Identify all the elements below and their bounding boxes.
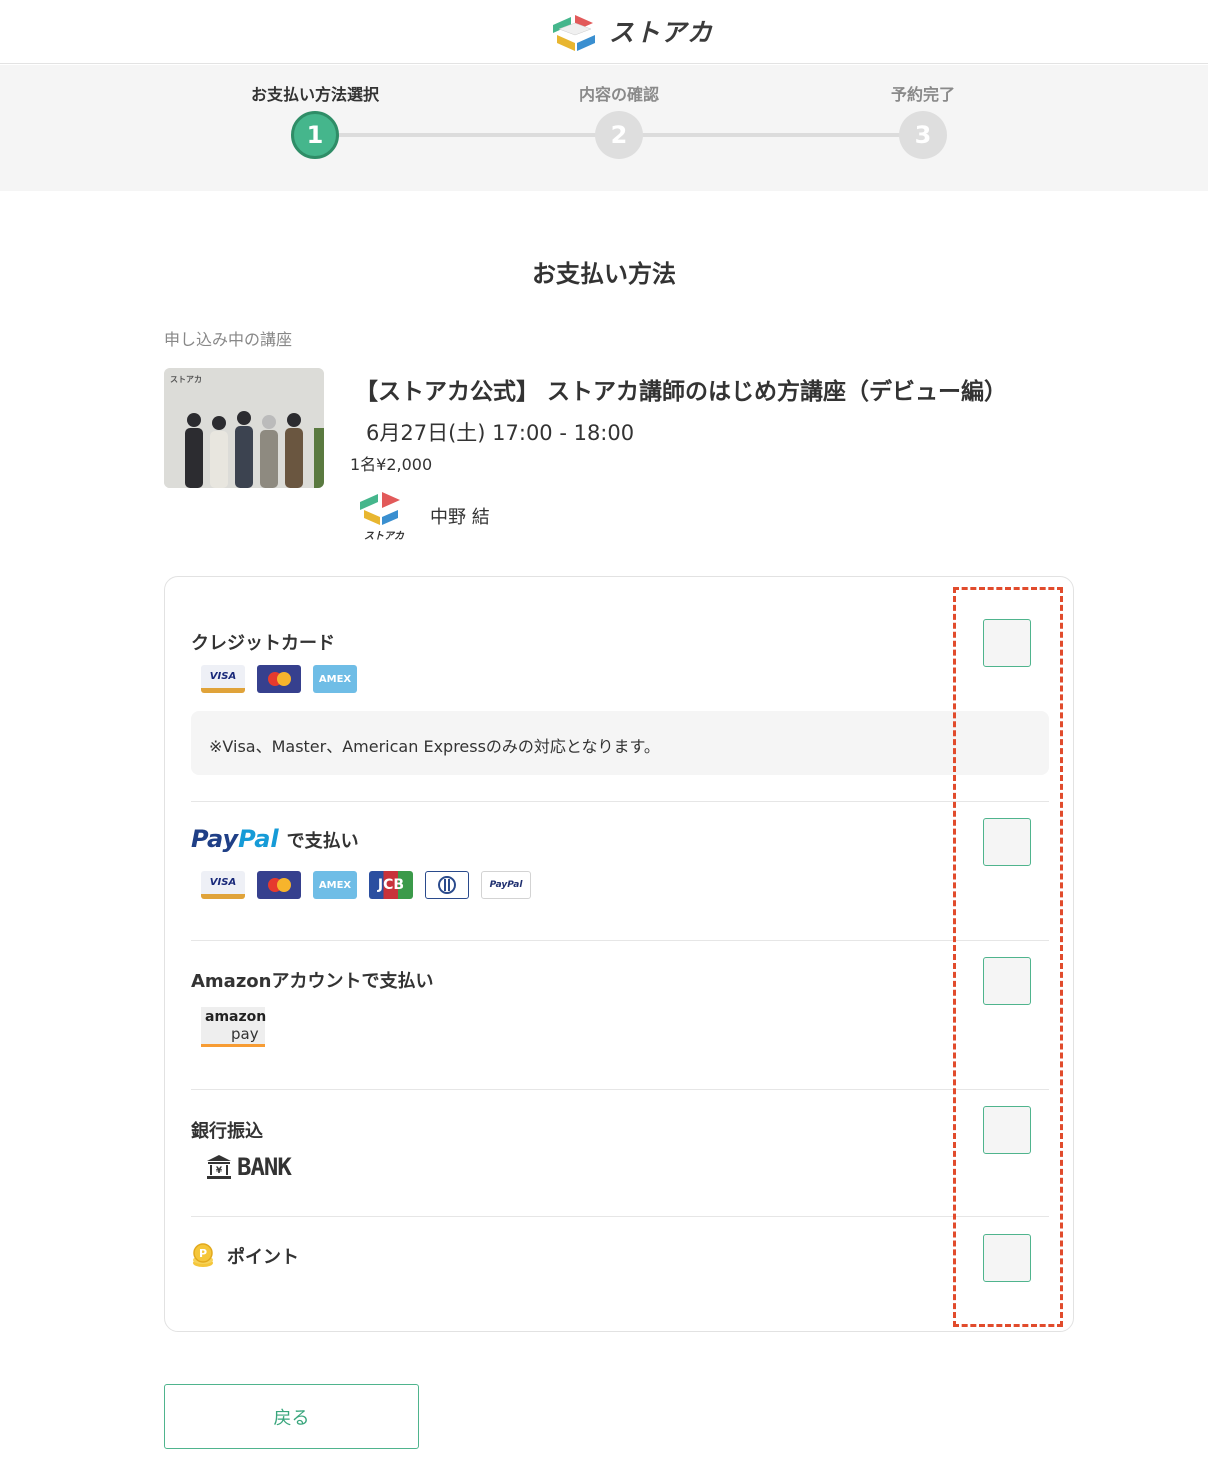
mastercard-icon (257, 871, 301, 899)
header: ストアカ (0, 0, 1208, 64)
thumbnail-logo-text: ストアカ (170, 375, 202, 384)
paypal-brands: VISA AMEX JCB PayPal (201, 871, 1049, 899)
paypal-title: で支払い (286, 831, 359, 852)
divider (191, 1216, 1049, 1217)
divider (191, 940, 1049, 941)
paypal-logo-pay: Pay (191, 825, 239, 853)
points-title: ポイント (227, 1247, 299, 1268)
visa-icon: VISA (201, 665, 245, 693)
step-number: 3 (899, 111, 947, 159)
payment-option-amazon[interactable]: Amazonアカウントで支払い amazon pay (191, 967, 1049, 1047)
instructor-avatar-text: ストアカ (364, 531, 404, 542)
step-number: 1 (291, 111, 339, 159)
divider (191, 1089, 1049, 1090)
svg-text:P: P (199, 1247, 207, 1260)
logo-icon (553, 15, 595, 51)
step-label: 内容の確認 (578, 85, 659, 104)
mastercard-icon (257, 665, 301, 693)
payment-option-bank[interactable]: 銀行振込 ¥ BANK (191, 1117, 1049, 1181)
instructor-name[interactable]: 中野 結 (430, 503, 490, 529)
logo-text: ストアカ (609, 18, 714, 47)
bank-title: 銀行振込 (191, 1121, 263, 1142)
payment-option-paypal[interactable]: PayPal で支払い VISA AMEX JCB PayPal (191, 825, 1049, 899)
jcb-icon: JCB (369, 871, 413, 899)
credit-card-note: ※Visa、Master、American Expressのみの対応となります。 (191, 711, 1049, 775)
payment-methods-panel: クレジットカード VISA AMEX ※Visa、Master、American… (164, 576, 1074, 1332)
step-label: お支払い方法選択 (250, 85, 379, 104)
amazon-title: Amazonアカウントで支払い (191, 971, 434, 992)
course-title: 【ストアカ公式】 ストアカ講師のはじめ方講座（デビュー編） (355, 379, 1008, 405)
payment-option-credit-card[interactable]: クレジットカード VISA AMEX ※Visa、Master、American… (191, 629, 1049, 775)
credit-card-brands: VISA AMEX (201, 665, 1049, 693)
credit-card-title: クレジットカード (191, 633, 335, 654)
amazon-logo-bottom: pay (231, 1025, 259, 1043)
paypal-logo-pal: Pal (238, 825, 279, 853)
bank-building-icon: ¥ (207, 1155, 231, 1179)
logo[interactable]: ストアカ (549, 11, 713, 51)
bank-logo-text: BANK (237, 1153, 292, 1181)
amazon-logo-top: amazon (205, 1009, 267, 1025)
amex-icon: AMEX (313, 665, 357, 693)
course-price: 1名¥2,000 (350, 455, 433, 474)
step-number: 2 (595, 111, 643, 159)
course-thumbnail[interactable]: ストアカ (164, 368, 324, 488)
diners-icon (425, 871, 469, 899)
step-label: 予約完了 (890, 85, 955, 104)
back-button[interactable]: 戻る (164, 1384, 419, 1449)
page-title: お支払い方法 (532, 260, 676, 288)
visa-icon: VISA (201, 871, 245, 899)
course-photo (164, 368, 324, 488)
amazon-pay-icon: amazon pay (201, 1007, 267, 1047)
amex-icon: AMEX (313, 871, 357, 899)
paypal-card-icon: PayPal (481, 871, 531, 899)
instructor-avatar[interactable]: ストアカ (356, 490, 406, 542)
checkbox-highlight-annotation (953, 587, 1063, 1327)
points-coin-icon: P (193, 1243, 213, 1267)
course-date: 6月27日(土) 17:00 - 18:00 (366, 421, 635, 445)
section-label: 申し込み中の講座 (164, 330, 293, 349)
payment-option-points[interactable]: P ポイント (191, 1243, 1049, 1269)
progress-stepper: お支払い方法選択 1 内容の確認 2 予約完了 3 (0, 65, 1208, 191)
svg-text:¥: ¥ (216, 1166, 223, 1176)
bank-icon: ¥ BANK (205, 1153, 1049, 1181)
divider (191, 801, 1049, 802)
paypal-logo: PayPal (191, 825, 279, 853)
